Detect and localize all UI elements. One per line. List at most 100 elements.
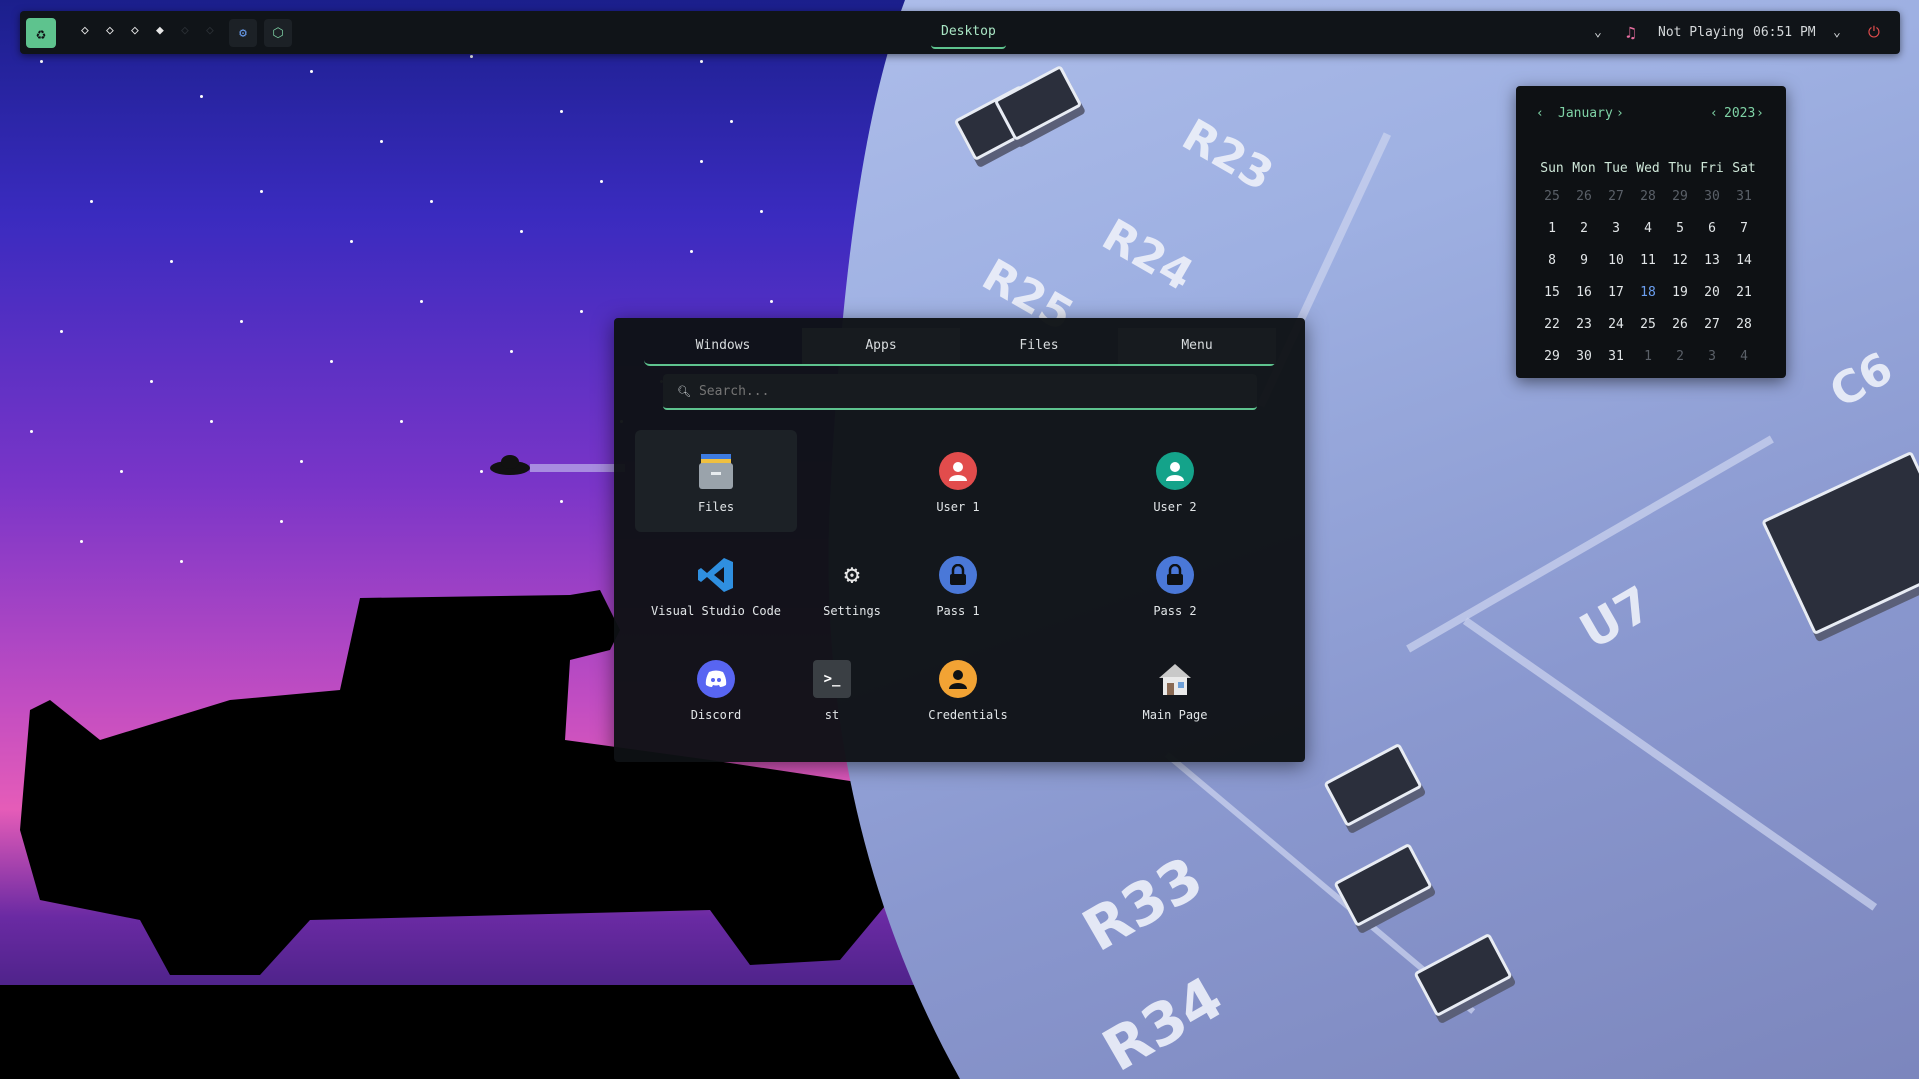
tray-chevron-down-icon[interactable]: ⌄ — [1594, 11, 1602, 54]
workspace-3[interactable]: ◇ — [131, 23, 139, 38]
calendar-week: 25 26 27 28 29 30 31 — [1536, 180, 1776, 212]
workspace-2[interactable]: ◇ — [106, 23, 114, 38]
calendar-week: 8 9 10 11 12 13 14 — [1536, 244, 1776, 276]
calendar-day-today[interactable]: 18 — [1632, 285, 1664, 300]
app-discord[interactable]: Discord — [635, 638, 797, 740]
app-label: Discord — [690, 708, 742, 722]
active-window-title[interactable]: Desktop — [931, 17, 1006, 49]
calendar-day[interactable]: 7 — [1728, 221, 1760, 236]
search-input[interactable] — [696, 382, 1257, 400]
calendar-days: 25 26 27 28 29 30 31 1 2 3 4 5 6 7 8 9 10 11 12 13 14 15 16 17 1… — [1536, 180, 1776, 372]
tab-apps[interactable]: Apps — [802, 328, 960, 364]
calendar-day[interactable]: 29 — [1536, 349, 1568, 364]
calendar-day[interactable]: 22 — [1536, 317, 1568, 332]
calendar-day[interactable]: 29 — [1664, 189, 1696, 204]
calendar-day[interactable]: 31 — [1600, 349, 1632, 364]
calendar-day[interactable]: 9 — [1568, 253, 1600, 268]
next-year-chevron-right-icon[interactable]: › — [1756, 106, 1764, 121]
calendar-day[interactable]: 21 — [1728, 285, 1760, 300]
calendar-day[interactable]: 23 — [1568, 317, 1600, 332]
star — [40, 60, 43, 63]
app-visual-studio-code[interactable]: Visual Studio Code — [635, 534, 797, 636]
calendar-day[interactable]: 27 — [1600, 189, 1632, 204]
calendar-day[interactable]: 28 — [1632, 189, 1664, 204]
calendar-day[interactable]: 19 — [1664, 285, 1696, 300]
app-credentials[interactable]: Credentials — [877, 638, 1039, 740]
calendar-day[interactable]: 25 — [1632, 317, 1664, 332]
app-main-page[interactable]: Main Page — [1094, 638, 1256, 740]
calendar-day[interactable]: 3 — [1696, 349, 1728, 364]
calendar-day[interactable]: 11 — [1632, 253, 1664, 268]
star — [210, 420, 213, 423]
pcb-trace — [1463, 617, 1877, 910]
workspace-4-active[interactable]: ◆ — [156, 23, 164, 38]
now-playing-label[interactable]: Not Playing — [1658, 11, 1744, 54]
calendar-day[interactable]: 30 — [1696, 189, 1728, 204]
calendar-day[interactable]: 26 — [1664, 317, 1696, 332]
calendar-day[interactable]: 28 — [1728, 317, 1760, 332]
star — [400, 420, 403, 423]
calendar-day[interactable]: 27 — [1696, 317, 1728, 332]
app-files[interactable]: Files — [635, 430, 797, 532]
tab-menu[interactable]: Menu — [1118, 328, 1276, 364]
top-bar: ♻ ◇ ◇ ◇ ◆ ◇ ◇ ⚙ ⬡ Desktop ⌄ ♫ Not Playin… — [20, 11, 1900, 54]
calendar-day[interactable]: 16 — [1568, 285, 1600, 300]
app-user-1[interactable]: User 1 — [877, 430, 1039, 532]
prev-year-chevron-left-icon[interactable]: ‹ — [1710, 106, 1718, 121]
resistor-chip — [1333, 843, 1432, 928]
calendar-day[interactable]: 6 — [1696, 221, 1728, 236]
star — [240, 320, 243, 323]
workspace-5[interactable]: ◇ — [181, 23, 189, 38]
star — [80, 540, 83, 543]
month-label[interactable]: January — [1558, 106, 1613, 121]
package-button[interactable]: ⬡ — [264, 19, 292, 47]
calendar-day[interactable]: 15 — [1536, 285, 1568, 300]
calendar-day[interactable]: 1 — [1536, 221, 1568, 236]
calendar-day[interactable]: 2 — [1664, 349, 1696, 364]
calendar-day[interactable]: 14 — [1728, 253, 1760, 268]
clock-chevron-down-icon[interactable]: ⌄ — [1833, 11, 1841, 54]
calendar-popup: ‹ January › ‹ 2023 › Sun Mon Tue Wed Thu Fri S… — [1516, 86, 1786, 378]
calendar-day[interactable]: 3 — [1600, 221, 1632, 236]
app-pass-1[interactable]: Pass 1 — [877, 534, 1039, 636]
calendar-day[interactable]: 17 — [1600, 285, 1632, 300]
app-label: Pass 2 — [1153, 604, 1197, 618]
star — [330, 360, 333, 363]
tab-windows[interactable]: Windows — [644, 328, 802, 364]
calendar-day[interactable]: 30 — [1568, 349, 1600, 364]
calendar-day[interactable]: 12 — [1664, 253, 1696, 268]
calendar-day[interactable]: 2 — [1568, 221, 1600, 236]
launcher-button[interactable]: ♻ — [26, 18, 56, 48]
calendar-day[interactable]: 8 — [1536, 253, 1568, 268]
calendar-day[interactable]: 13 — [1696, 253, 1728, 268]
calendar-day[interactable]: 31 — [1728, 189, 1760, 204]
silkscreen-label: U7 — [1570, 575, 1662, 661]
next-month-chevron-right-icon[interactable]: › — [1616, 106, 1624, 121]
year-label[interactable]: 2023 — [1724, 106, 1755, 121]
prev-month-chevron-left-icon[interactable]: ‹ — [1536, 106, 1544, 121]
calendar-day[interactable]: 4 — [1728, 349, 1760, 364]
calendar-day[interactable]: 1 — [1632, 349, 1664, 364]
star — [310, 70, 313, 73]
star — [150, 380, 153, 383]
launcher-tabs: Windows Apps Files Menu — [644, 328, 1276, 366]
calendar-day[interactable]: 25 — [1536, 189, 1568, 204]
workspace-1[interactable]: ◇ — [81, 23, 89, 38]
workspace-6[interactable]: ◇ — [206, 23, 214, 38]
star — [600, 180, 603, 183]
app-label: User 2 — [1153, 500, 1197, 514]
calendar-day[interactable]: 10 — [1600, 253, 1632, 268]
app-user-2[interactable]: User 2 — [1094, 430, 1256, 532]
calendar-day[interactable]: 26 — [1568, 189, 1600, 204]
calendar-day[interactable]: 20 — [1696, 285, 1728, 300]
tab-files[interactable]: Files — [960, 328, 1118, 364]
app-pass-2[interactable]: Pass 2 — [1094, 534, 1256, 636]
calendar-day[interactable]: 24 — [1600, 317, 1632, 332]
power-icon[interactable]: ⏻ — [1868, 11, 1880, 54]
settings-button[interactable]: ⚙ — [229, 19, 257, 47]
calendar-day[interactable]: 4 — [1632, 221, 1664, 236]
lock-icon — [1156, 556, 1194, 594]
calendar-day[interactable]: 5 — [1664, 221, 1696, 236]
app-st-terminal[interactable]: >_ st — [777, 638, 887, 740]
clock[interactable]: 06:51 PM — [1753, 11, 1816, 54]
